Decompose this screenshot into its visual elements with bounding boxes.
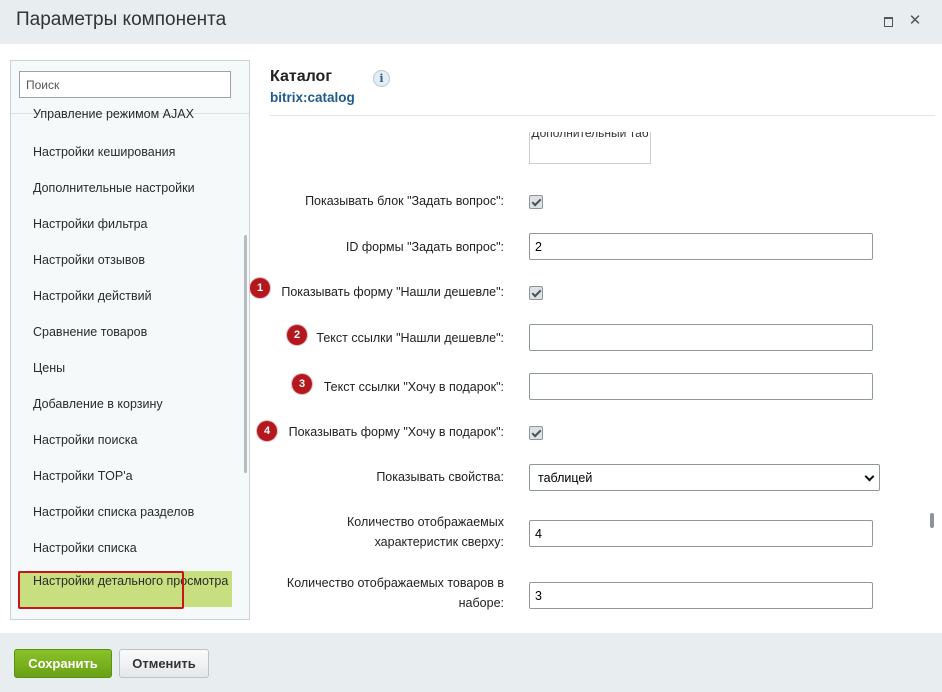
cancel-button[interactable]: Отменить — [119, 649, 209, 678]
sidebar-item-sections-list[interactable]: Настройки списка разделов — [33, 505, 194, 519]
sidebar-item-detail-view[interactable]: Настройки детального просмотра — [18, 571, 232, 609]
info-icon[interactable]: i — [373, 70, 390, 87]
label-show-gift-form: Показывать форму "Хочу в подарок": — [288, 425, 504, 439]
sidebar-item-label: Настройки детального просмотра — [33, 574, 229, 588]
maximize-icon[interactable] — [881, 14, 895, 28]
additional-tab-button[interactable]: Дополнительный таб — [529, 132, 651, 164]
sidebar-item-basket[interactable]: Добавление в корзину — [33, 397, 163, 411]
sidebar-item-reviews[interactable]: Настройки отзывов — [33, 253, 145, 267]
sidebar-item-cache[interactable]: Настройки кеширования — [33, 145, 175, 159]
sidebar-item-actions[interactable]: Настройки действий — [33, 289, 152, 303]
step-badge-4: 4 — [257, 421, 277, 441]
sidebar-item-filter[interactable]: Настройки фильтра — [33, 217, 148, 231]
content-scrollbar[interactable] — [930, 513, 934, 528]
show-gift-form-checkbox[interactable] — [529, 426, 543, 440]
dialog-title: Параметры компонента — [16, 9, 227, 30]
set-items-count-input[interactable] — [529, 582, 873, 609]
additional-tab-label: Дополнительный таб — [531, 132, 649, 140]
show-ask-block-checkbox[interactable] — [529, 195, 543, 209]
props-count-top-input[interactable] — [529, 520, 873, 547]
component-params-dialog: Параметры компонента ✕ Управление режимо… — [0, 0, 942, 692]
label-cheaper-link-text: Текст ссылки "Нашли дешевле": — [316, 331, 504, 345]
search-input[interactable] — [19, 71, 231, 98]
close-icon[interactable]: ✕ — [908, 13, 922, 28]
label-line: Количество отображаемых — [347, 515, 504, 529]
show-props-value: таблицей — [538, 471, 593, 485]
sidebar-item-ajax[interactable]: Управление режимом AJAX — [33, 107, 194, 121]
label-show-cheaper-form: Показывать форму "Нашли дешевле": — [281, 285, 504, 299]
label-show-ask-block: Показывать блок "Задать вопрос": — [305, 194, 504, 208]
label-gift-link-text: Текст ссылки "Хочу в подарок": — [323, 380, 504, 394]
dialog-titlebar[interactable]: Параметры компонента ✕ — [0, 0, 942, 44]
sidebar-item-top[interactable]: Настройки TOP'а — [33, 469, 133, 483]
sidebar-item-prices[interactable]: Цены — [33, 361, 65, 375]
gift-link-text-input[interactable] — [529, 373, 873, 400]
dialog-content: Управление режимом AJAX Настройки кеширо… — [0, 44, 942, 633]
component-title: Каталог — [270, 68, 332, 85]
sidebar: Управление режимом AJAX Настройки кеширо… — [10, 60, 250, 620]
ask-form-id-input[interactable] — [529, 233, 873, 260]
save-button[interactable]: Сохранить — [14, 649, 112, 678]
step-badge-3: 3 — [292, 374, 312, 394]
label-line: Количество отображаемых товаров в — [286, 576, 504, 590]
label-props-count-top: Количество отображаемых характеристик св… — [347, 512, 504, 552]
label-line: характеристик сверху: — [374, 535, 504, 549]
header-divider — [270, 115, 935, 116]
step-badge-1: 1 — [250, 278, 270, 298]
sidebar-item-additional[interactable]: Дополнительные настройки — [33, 181, 195, 195]
label-line: наборе: — [458, 596, 504, 610]
dialog-footer: Сохранить Отменить — [0, 633, 942, 692]
sidebar-item-compare[interactable]: Сравнение товаров — [33, 325, 147, 339]
label-set-items-count: Количество отображаемых товаров в наборе… — [287, 573, 504, 613]
component-code: bitrix:catalog — [270, 90, 355, 105]
sidebar-item-search[interactable]: Настройки поиска — [33, 433, 137, 447]
sidebar-scrollbar[interactable] — [244, 235, 247, 473]
label-ask-form-id: ID формы "Задать вопрос": — [345, 240, 504, 254]
step-badge-2: 2 — [287, 325, 307, 345]
sidebar-item-list[interactable]: Настройки списка — [33, 541, 137, 555]
show-cheaper-form-checkbox[interactable] — [529, 286, 543, 300]
label-show-props: Показывать свойства: — [376, 470, 504, 484]
show-props-select[interactable]: таблицей — [529, 464, 880, 491]
cheaper-link-text-input[interactable] — [529, 324, 873, 351]
chevron-down-icon — [864, 471, 875, 482]
